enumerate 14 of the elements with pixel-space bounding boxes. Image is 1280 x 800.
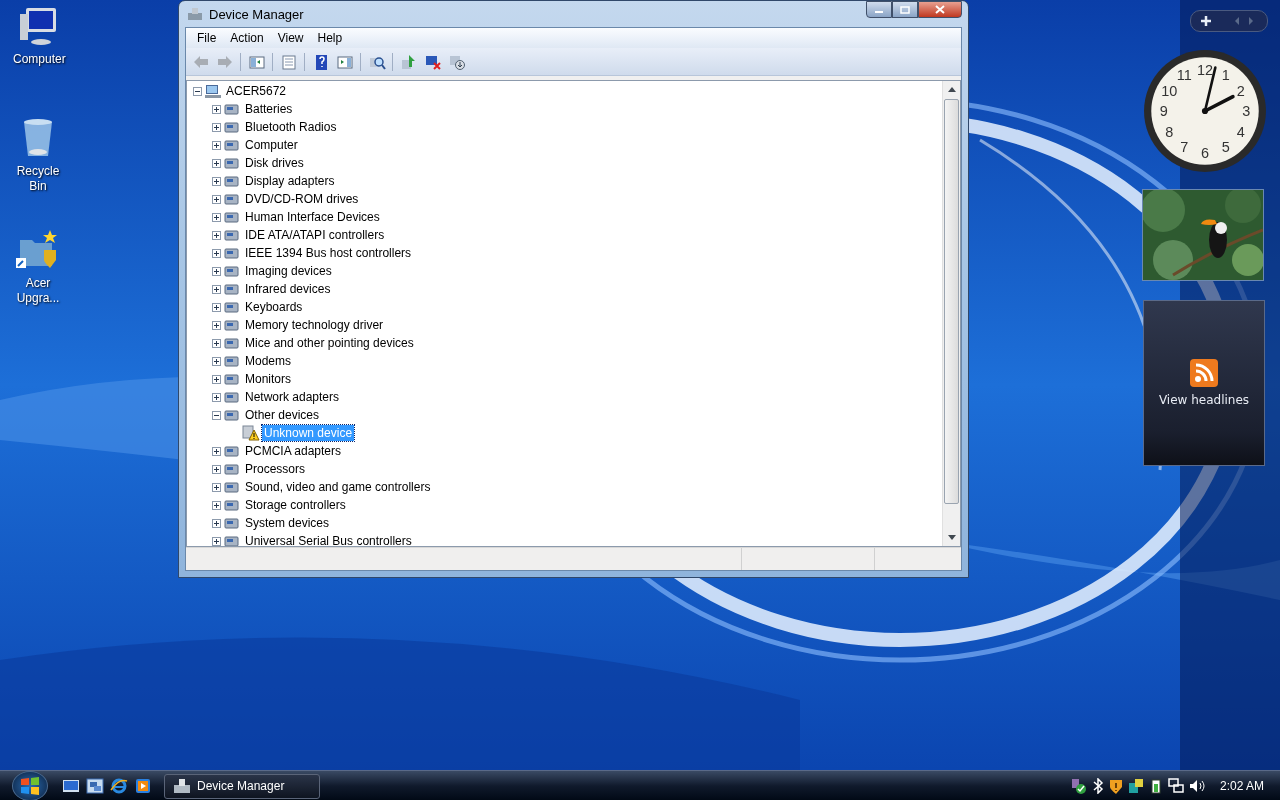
clock-time[interactable]: 2:02 AM [1219, 779, 1264, 793]
switch-windows-icon[interactable] [86, 778, 104, 794]
bluetooth-icon[interactable] [1091, 778, 1104, 794]
device-manager-icon [173, 778, 191, 794]
network-check-icon[interactable] [1070, 778, 1087, 794]
show-desktop-icon[interactable] [62, 778, 80, 794]
network-icon[interactable] [1167, 778, 1184, 794]
media-player-icon[interactable] [134, 778, 152, 794]
browser-icon[interactable] [110, 778, 128, 794]
volume-icon[interactable] [1188, 778, 1207, 794]
shield-icon[interactable] [1108, 778, 1123, 794]
start-button[interactable] [12, 771, 48, 800]
taskbar-button[interactable]: Device Manager [164, 773, 320, 799]
windows-flag-icon [19, 775, 41, 797]
